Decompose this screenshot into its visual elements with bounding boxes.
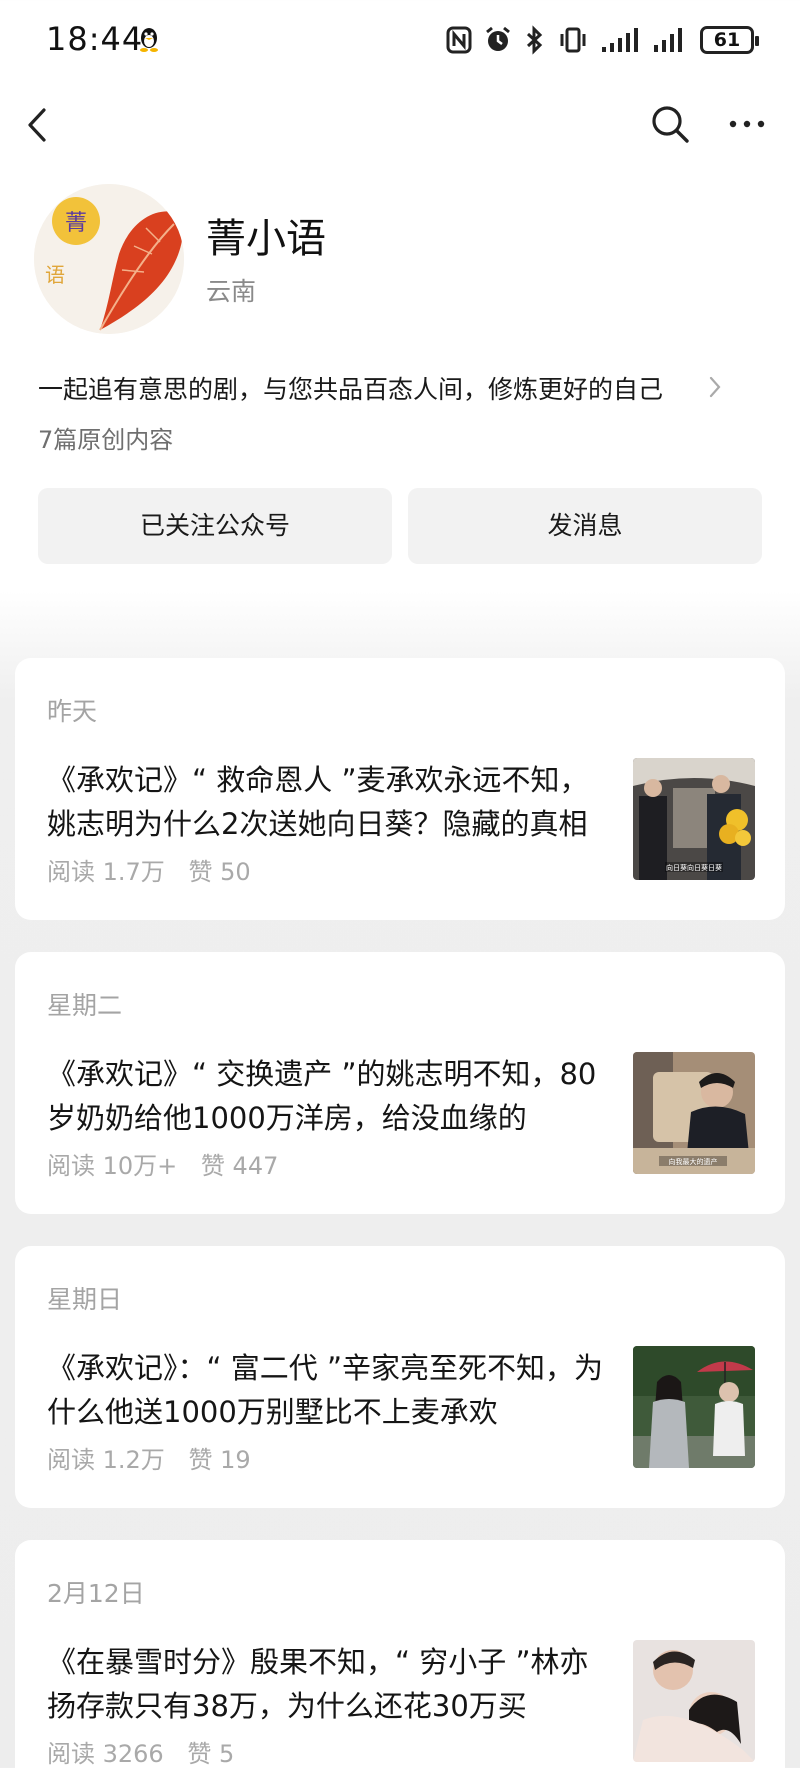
article-reads: 阅读 1.7万 [47, 858, 165, 886]
article-likes: 赞 5 [187, 1740, 235, 1768]
article-meta: 阅读 10万+ 赞 447 [47, 1146, 294, 1181]
signal-1-icon [602, 28, 638, 52]
more-icon[interactable] [728, 112, 766, 136]
article-date: 昨天 [47, 697, 98, 726]
status-bar: 18:44 61 [0, 0, 800, 80]
alarm-icon [486, 26, 510, 51]
original-content-count[interactable]: 7篇原创内容 [38, 420, 173, 455]
avatar-char-1: 菁 [65, 211, 87, 236]
article-meta: 阅读 1.7万 赞 50 [47, 852, 267, 887]
article-thumbnail[interactable] [633, 1640, 755, 1762]
article-thumbnail[interactable] [633, 1346, 755, 1468]
article-card[interactable]: 昨天 《承欢记》“ 救命恩人 ”麦承欢永远不知，姚志明为什么2次送她向日葵？隐藏… [15, 658, 785, 920]
article-meta: 阅读 3266 赞 5 [47, 1734, 250, 1768]
back-icon[interactable] [24, 106, 50, 144]
thumbnail-caption: 向我最大的遗产 [669, 1157, 718, 1166]
article-meta: 阅读 1.2万 赞 19 [47, 1440, 267, 1475]
nav-bar [0, 94, 800, 154]
chevron-right-icon[interactable] [708, 375, 722, 399]
article-likes: 赞 50 [188, 858, 251, 886]
article-title[interactable]: 《承欢记》“ 交换遗产 ”的姚志明不知，80岁奶奶给他1000万洋房，给没血缘的 [47, 1052, 607, 1140]
article-likes: 赞 19 [188, 1446, 251, 1474]
signal-2-icon [654, 28, 682, 52]
status-icons: 61 [446, 22, 759, 58]
account-description[interactable]: 一起追有意思的剧，与您共品百态人间，修炼更好的自己 [38, 370, 663, 406]
article-card[interactable]: 2月12日 《在暴雪时分》殷果不知，“ 穷小子 ”林亦扬存款只有38万，为什么还… [15, 1540, 785, 1768]
avatar-char-2: 语 [45, 263, 65, 287]
article-title[interactable]: 《在暴雪时分》殷果不知，“ 穷小子 ”林亦扬存款只有38万，为什么还花30万买 [47, 1640, 607, 1728]
article-card[interactable]: 星期二 《承欢记》“ 交换遗产 ”的姚志明不知，80岁奶奶给他1000万洋房，给… [15, 952, 785, 1214]
article-likes: 赞 447 [200, 1152, 279, 1180]
followed-button[interactable]: 已关注公众号 [38, 488, 392, 564]
search-icon[interactable] [650, 104, 690, 144]
article-card[interactable]: 星期日 《承欢记》：“ 富二代 ”辛家亮至死不知，为什么他送1000万别墅比不上… [15, 1246, 785, 1508]
qq-penguin-icon [140, 28, 158, 52]
article-date: 星期二 [47, 991, 123, 1020]
vibrate-icon [560, 27, 586, 53]
thumbnail-caption: 向日葵向日葵日葵 [666, 863, 722, 872]
nfc-icon [446, 26, 472, 54]
account-name: 菁小语 [206, 216, 326, 262]
article-title[interactable]: 《承欢记》：“ 富二代 ”辛家亮至死不知，为什么他送1000万别墅比不上麦承欢 [47, 1346, 607, 1434]
article-reads: 阅读 10万+ [47, 1152, 178, 1180]
article-date: 星期日 [47, 1285, 123, 1314]
battery-indicator: 61 [700, 26, 759, 54]
send-message-button[interactable]: 发消息 [408, 488, 762, 564]
article-thumbnail[interactable]: 向我最大的遗产 [633, 1052, 755, 1174]
article-date: 2月12日 [47, 1579, 145, 1608]
bluetooth-icon [526, 25, 543, 55]
account-region: 云南 [206, 277, 257, 306]
avatar[interactable]: 菁 语 [34, 184, 184, 334]
article-reads: 阅读 3266 [47, 1740, 164, 1768]
article-reads: 阅读 1.2万 [47, 1446, 165, 1474]
status-time: 18:44 [46, 20, 144, 58]
article-title[interactable]: 《承欢记》“ 救命恩人 ”麦承欢永远不知，姚志明为什么2次送她向日葵？隐藏的真相 [47, 758, 607, 846]
article-thumbnail[interactable]: 向日葵向日葵日葵 [633, 758, 755, 880]
